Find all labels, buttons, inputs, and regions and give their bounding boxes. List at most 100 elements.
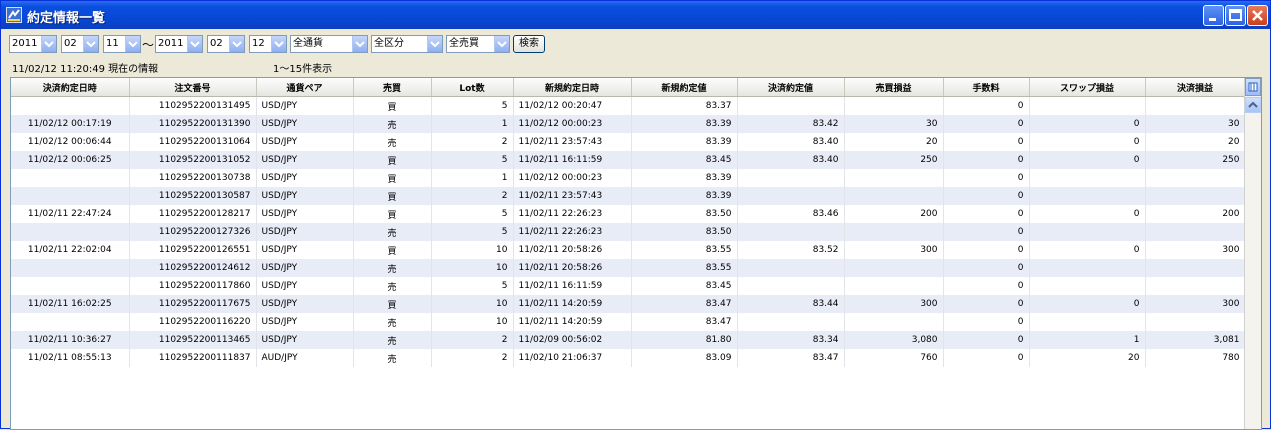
table-cell: USD/JPY [256,295,354,313]
vertical-scrollbar[interactable] [1244,78,1261,429]
table-cell: 1102952200127326 [129,223,257,241]
table-cell: 11/02/11 23:57:43 [513,133,632,151]
table-cell: 11/02/11 20:58:26 [513,241,632,259]
table-cell [1029,259,1146,277]
table-cell: 83.55 [631,241,738,259]
table-cell: 売 [353,331,432,349]
column-header[interactable]: 新規約定値 [631,78,738,97]
table-cell: 5 [431,151,514,169]
table-row[interactable]: 11/02/11 16:02:25 1102952200117675 USD/JPY… [11,295,1246,313]
column-header[interactable]: 売買 [353,78,432,97]
currency-select[interactable]: 全通貨 [290,35,368,53]
table-row[interactable]: 1102952200124612 USD/JPY 売 10 11/02/11 20:58… [11,259,1246,277]
table-cell [737,96,845,115]
table-cell: 1102952200131495 [129,96,257,115]
table-cell: 5 [431,277,514,295]
table-cell: 11/02/12 00:17:19 [11,115,130,133]
column-header[interactable]: Lot数 [431,78,514,97]
table-row[interactable]: 11/02/12 00:06:44 1102952200131064 USD/JPY… [11,133,1246,151]
table-row[interactable]: 11/02/12 00:17:19 1102952200131390 USD/JPY… [11,115,1246,133]
column-header[interactable]: スワップ損益 [1029,78,1146,97]
from-year-select[interactable]: 2011 [9,35,57,53]
table-cell: 1102952200130738 [129,169,257,187]
column-header[interactable]: 新規約定日時 [513,78,632,97]
table-cell: 11/02/12 00:06:25 [11,151,130,169]
table-cell: USD/JPY [256,223,354,241]
table-cell: 5 [431,96,514,115]
column-header[interactable]: 通貨ペア [256,78,354,97]
chevron-down-icon [187,36,202,52]
maximize-button[interactable] [1225,5,1246,26]
search-button[interactable]: 検索 [513,35,545,53]
table-cell: 83.50 [631,223,738,241]
side-select[interactable]: 全売買 [446,35,510,53]
scroll-up-arrow-icon[interactable] [1245,97,1261,113]
table-cell: 1102952200113465 [129,331,257,349]
table-cell: 1102952200124612 [129,259,257,277]
table-cell [1145,259,1246,277]
window-title: 約定情報一覧 [27,11,106,26]
to-month-select[interactable]: 02 [207,35,245,53]
table-cell: 0 [943,331,1030,349]
trade-table: 決済約定日時 注文番号 通貨ペア 売買 Lot数 新規約定日時 新規約定値 決済約定値 売買損益… [10,77,1262,430]
table-row[interactable]: 11/02/11 22:02:04 1102952200126551 USD/JPY… [11,241,1246,259]
column-header[interactable]: 売買損益 [844,78,944,97]
table-cell: 0 [943,241,1030,259]
table-row[interactable]: 1102952200131495 USD/JPY 買 5 11/02/12 00:20:… [11,96,1246,115]
table-cell [1145,169,1246,187]
scroll-track[interactable] [1245,114,1261,429]
column-header[interactable]: 決済約定日時 [11,78,130,97]
table-row[interactable]: 11/02/11 10:36:27 1102952200113465 USD/JPY… [11,331,1246,349]
table-cell: 0 [943,349,1030,367]
table-cell: 83.40 [737,151,845,169]
table-cell: 1102952200131052 [129,151,257,169]
from-day-value: 11 [106,38,119,49]
table-cell: 250 [844,151,944,169]
app-icon [6,7,22,23]
table-cell: 1102952200111837 [129,349,257,367]
table-cell [1145,223,1246,241]
table-cell: 20 [1029,349,1146,367]
minimize-button[interactable] [1203,5,1224,26]
table-cell: 1102952200128217 [129,205,257,223]
table-cell [844,277,944,295]
title-bar[interactable]: 約定情報一覧 [1,1,1270,29]
to-day-select[interactable]: 12 [249,35,287,53]
table-cell: 11/02/09 00:56:02 [513,331,632,349]
table-header-row: 決済約定日時 注文番号 通貨ペア 売買 Lot数 新規約定日時 新規約定値 決済約定値 売買損益… [11,78,1246,97]
table-cell: 売 [353,115,432,133]
from-day-select[interactable]: 11 [103,35,141,53]
table-cell: 11/02/11 16:11:59 [513,151,632,169]
from-month-select[interactable]: 02 [61,35,99,53]
close-button[interactable] [1247,5,1268,26]
table-cell: 11/02/11 20:58:26 [513,259,632,277]
column-header[interactable]: 決済損益 [1145,78,1246,97]
table-row[interactable]: 1102952200127326 USD/JPY 売 5 11/02/11 22:26:… [11,223,1246,241]
table-cell: 1102952200117860 [129,277,257,295]
to-year-select[interactable]: 2011 [155,35,203,53]
table-cell: 83.44 [737,295,845,313]
table-row[interactable]: 1102952200116220 USD/JPY 売 10 11/02/11 14:20… [11,313,1246,331]
column-chooser-icon[interactable] [1245,78,1261,96]
side-value: 全売買 [449,38,479,49]
table-cell [1029,96,1146,115]
table-row[interactable]: 1102952200117860 USD/JPY 売 5 11/02/11 16:11:… [11,277,1246,295]
range-separator: ～ [142,38,155,52]
table-cell: USD/JPY [256,205,354,223]
table-cell: 11/02/11 22:02:04 [11,241,130,259]
table-row[interactable]: 1102952200130738 USD/JPY 買 1 11/02/12 00:00:… [11,169,1246,187]
table-row[interactable]: 1102952200130587 USD/JPY 買 2 11/02/11 23:57:… [11,187,1246,205]
category-select[interactable]: 全区分 [371,35,443,53]
column-header[interactable]: 決済約定値 [737,78,845,97]
table-cell [737,223,845,241]
table-row[interactable]: 11/02/11 08:55:13 1102952200111837 AUD/JPY… [11,349,1246,367]
table-cell: 0 [1029,115,1146,133]
column-header[interactable]: 手数料 [943,78,1030,97]
table-cell: 0 [943,133,1030,151]
table-row[interactable]: 11/02/12 00:06:25 1102952200131052 USD/JPY… [11,151,1246,169]
chevron-down-icon [352,36,367,52]
chevron-down-icon [125,36,140,52]
table-cell [737,259,845,277]
column-header[interactable]: 注文番号 [129,78,257,97]
table-row[interactable]: 11/02/11 22:47:24 1102952200128217 USD/JPY… [11,205,1246,223]
